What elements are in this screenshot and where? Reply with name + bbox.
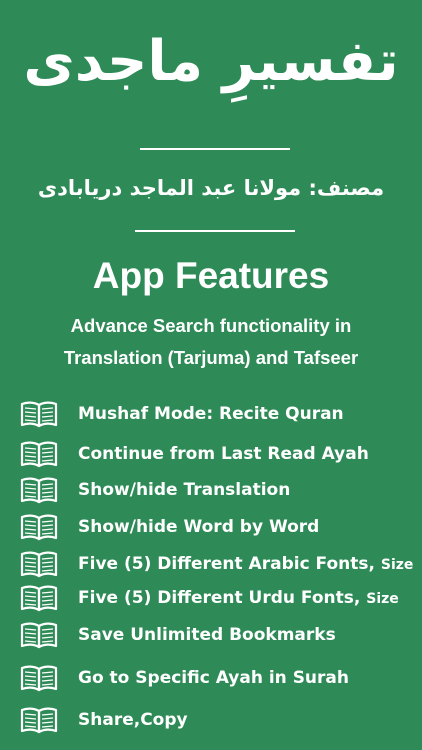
- open-book-icon: [20, 477, 58, 504]
- open-book-icon: [20, 585, 58, 612]
- feature-item-share-copy: Share,Copy: [0, 702, 422, 738]
- feature-item-arabic-fonts: Five (5) Different Arabic Fonts, Size: [0, 546, 422, 582]
- feature-label-suffix: Size: [366, 591, 399, 607]
- feature-label: Show/hide Translation: [78, 480, 291, 500]
- feature-item-word-by-word-toggle: Show/hide Word by Word: [0, 509, 422, 545]
- feature-item-translation-toggle: Show/hide Translation: [0, 472, 422, 508]
- open-book-icon: [20, 707, 58, 734]
- feature-label-main: Five (5) Different Urdu Fonts,: [78, 588, 361, 608]
- feature-label: Mushaf Mode: Recite Quran: [78, 404, 344, 424]
- feature-item-continue-reading: Continue from Last Read Ayah: [0, 436, 422, 472]
- feature-label-suffix: Size: [380, 557, 414, 573]
- open-book-icon: [20, 665, 58, 692]
- feature-label: Save Unlimited Bookmarks: [78, 625, 336, 645]
- feature-label: Five (5) Different Arabic Fonts, Size: [78, 546, 413, 583]
- feature-item-bookmarks: Save Unlimited Bookmarks: [0, 617, 422, 653]
- open-book-icon: [20, 514, 58, 541]
- open-book-icon: [20, 401, 58, 428]
- feature-list: Mushaf Mode: Recite Quran Continue from …: [0, 0, 422, 750]
- feature-label: Go to Specific Ayah in Surah: [78, 668, 349, 688]
- feature-label: Continue from Last Read Ayah: [78, 444, 369, 464]
- open-book-icon: [20, 551, 58, 578]
- feature-item-mushaf-mode: Mushaf Mode: Recite Quran: [0, 396, 422, 432]
- feature-item-urdu-fonts: Five (5) Different Urdu Fonts, Size: [0, 580, 422, 616]
- feature-label: Share,Copy: [78, 710, 188, 730]
- feature-label: Show/hide Word by Word: [78, 517, 320, 537]
- feature-label-main: Five (5) Different Arabic Fonts,: [78, 554, 375, 574]
- open-book-icon: [20, 441, 58, 468]
- feature-label: Five (5) Different Urdu Fonts, Size: [78, 580, 399, 617]
- open-book-icon: [20, 622, 58, 649]
- promo-screen: تفسیرِ ماجدی مصنف: مولانا عبد الماجد دری…: [0, 0, 422, 750]
- feature-item-go-to-ayah: Go to Specific Ayah in Surah: [0, 660, 422, 696]
